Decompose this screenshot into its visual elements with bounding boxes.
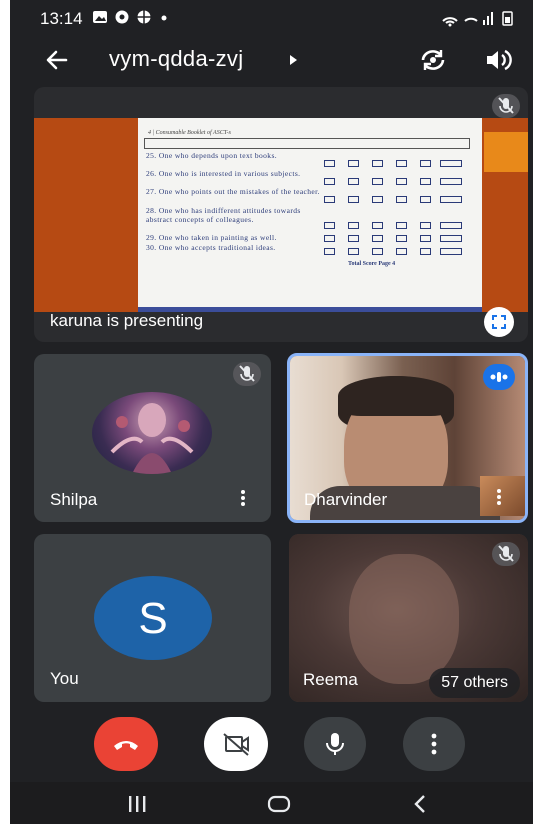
more-vertical-icon[interactable] [239,488,247,510]
document-question: 25. One who depends upon text books. [146,151,278,160]
participant-tile-shilpa[interactable]: Shilpa [34,354,271,522]
presenter-label: karuna is presenting [50,311,204,330]
fullscreen-icon [492,315,506,329]
participant-name: Shilpa [50,490,98,509]
back-icon[interactable] [408,793,434,815]
camera-toggle-button[interactable] [204,717,268,771]
document-question: 27. One who points out the mistakes of t… [146,187,320,196]
camera-switch-icon[interactable] [419,46,447,74]
profile-picture [110,403,194,474]
avatar-initial: S [138,594,168,643]
participant-tile-you[interactable]: S You [34,534,271,702]
document-heading: 4 | Consumable Booklet of ASCT-s [148,130,231,136]
video-face [349,554,459,684]
document-question: 26. One who is interested in various sub… [146,169,301,178]
answer-boxes [324,248,474,256]
answer-boxes [324,160,474,168]
presentation-tile[interactable]: 4 | Consumable Booklet of ASCT-s 25. One… [34,87,528,342]
fullscreen-button[interactable] [484,307,514,337]
speaking-indicator [483,364,515,390]
gallery-icon [93,11,107,23]
shared-screen: 4 | Consumable Booklet of ASCT-s 25. One… [34,118,528,312]
app-icon [115,10,129,24]
document-table-header [144,138,470,149]
mic-off-icon [239,365,255,382]
shared-document: 4 | Consumable Booklet of ASCT-s 25. One… [138,118,482,312]
presentation-muted-badge [492,94,520,118]
slide-accent [484,132,528,172]
phone-screen: 13:14 vym-qdda-zvj 4 | Consumable Bookle… [10,0,533,824]
meeting-code[interactable]: vym-qdda-zvj [109,46,243,72]
document-question: 29. One who taken in painting as well. [146,233,277,242]
participant-name: You [50,669,79,688]
globe-icon [137,10,151,24]
muted-badge [492,542,520,566]
mic-icon [326,733,344,755]
arrow-left-icon[interactable] [44,47,70,73]
camera-off-icon [223,733,249,756]
more-vertical-icon[interactable] [495,487,503,509]
phone-hangup-icon [114,741,138,750]
notification-dot-icon [161,15,167,21]
mic-off-icon [498,97,514,114]
participant-tile-dharvinder[interactable]: Dharvinder [287,353,528,523]
document-question: 28. One who has indifferent attitudes to… [146,206,301,224]
microphone-button[interactable] [304,717,366,771]
status-bar: 13:14 [10,0,533,36]
answer-boxes [324,178,474,186]
more-options-button[interactable] [403,717,465,771]
signal-battery-icon [442,11,513,27]
end-call-button[interactable] [94,717,158,771]
avatar [92,392,212,474]
audio-level-icon [490,372,508,382]
document-question: 30. One who accepts traditional ideas. [146,243,276,252]
answer-boxes [324,196,474,204]
others-count-pill[interactable]: 57 others [429,668,520,698]
answer-boxes [324,222,474,230]
participant-name: Reema [303,670,358,689]
avatar: S [94,576,212,660]
answer-boxes [324,235,474,243]
home-icon[interactable] [266,793,292,815]
status-time: 13:14 [40,9,83,28]
participant-tile-reema[interactable]: Reema 57 others [289,534,528,702]
recent-apps-icon[interactable] [124,793,150,815]
caret-right-icon[interactable] [288,54,298,66]
muted-badge [233,362,261,386]
mic-off-icon [498,545,514,562]
total-score-label: Total Score Page 4 [348,261,396,267]
navigation-bar [10,782,533,824]
video-hair-top [338,376,454,416]
more-vertical-icon [431,733,437,755]
speaker-icon[interactable] [484,47,512,73]
participant-name: Dharvinder [304,490,388,509]
